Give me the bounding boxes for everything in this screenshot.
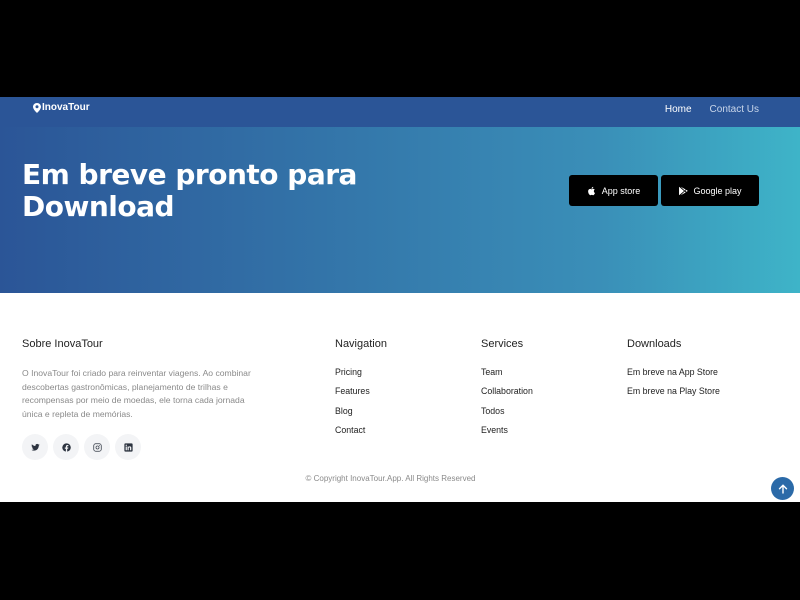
apple-icon	[587, 186, 595, 195]
services-list: Team Collaboration Todos Events	[481, 367, 533, 444]
google-play-button[interactable]: Google play	[661, 175, 759, 206]
list-item: Todos	[481, 406, 533, 425]
service-collaboration-link[interactable]: Collaboration	[481, 386, 533, 396]
about-text: O InovaTour foi criado para reinventar v…	[22, 368, 251, 419]
download-app-store-link[interactable]: Em breve na App Store	[627, 367, 718, 377]
social-links	[22, 434, 267, 460]
landing-page: InovaTour Home Contact Us Em breve pront…	[0, 97, 800, 502]
list-item: Em breve na Play Store	[627, 386, 720, 405]
service-team-link[interactable]: Team	[481, 367, 503, 377]
app-store-button[interactable]: App store	[569, 175, 658, 206]
linkedin-icon	[123, 442, 133, 452]
list-item: Em breve na App Store	[627, 367, 720, 386]
nav-contact-us[interactable]: Contact Us	[710, 104, 759, 115]
brand-name: InovaTour	[42, 102, 90, 113]
twitter-icon	[30, 443, 40, 451]
facebook-link[interactable]	[53, 434, 79, 460]
services-title: Services	[481, 338, 524, 350]
navigation-list: Pricing Features Blog Contact	[335, 367, 387, 444]
list-item: Pricing	[335, 367, 387, 386]
downloads-title: Downloads	[627, 338, 682, 350]
twitter-link[interactable]	[22, 434, 48, 460]
footer-services: Services Team Collaboration Todos Events	[481, 338, 533, 444]
hero-banner: Em breve pronto para Download App store …	[0, 127, 800, 293]
copyright-text: © Copyright InovaTour.App. All Rights Re…	[305, 474, 476, 483]
download-play-store-link[interactable]: Em breve na Play Store	[627, 386, 720, 396]
hero-title-line2: Download	[22, 190, 175, 223]
service-todos-link[interactable]: Todos	[481, 406, 504, 416]
back-to-top-button[interactable]	[771, 477, 794, 500]
about-title: Sobre InovaTour	[22, 338, 103, 350]
location-pin-icon	[33, 102, 41, 113]
service-events-link[interactable]: Events	[481, 425, 508, 435]
nav-features-link[interactable]: Features	[335, 386, 370, 396]
nav-contact-link[interactable]: Contact	[335, 425, 365, 435]
footer-navigation: Navigation Pricing Features Blog Contact	[335, 338, 387, 444]
list-item: Features	[335, 386, 387, 405]
linkedin-link[interactable]	[115, 434, 141, 460]
list-item: Contact	[335, 425, 387, 444]
list-item: Team	[481, 367, 533, 386]
list-item: Events	[481, 425, 533, 444]
footer-downloads: Downloads Em breve na App Store Em breve…	[627, 338, 720, 406]
list-item: Collaboration	[481, 386, 533, 405]
hero-title: Em breve pronto para Download	[22, 159, 362, 223]
nav-home[interactable]: Home	[665, 104, 692, 115]
navbar: InovaTour Home Contact Us	[0, 97, 800, 127]
app-store-label: App store	[601, 185, 641, 196]
nav-pricing-link[interactable]: Pricing	[335, 367, 362, 377]
nav-links: Home Contact Us	[665, 104, 759, 115]
navigation-title: Navigation	[335, 338, 387, 350]
footer-about: Sobre InovaTour O InovaTour foi criado p…	[22, 338, 267, 460]
list-item: Blog	[335, 406, 387, 425]
instagram-link[interactable]	[84, 434, 110, 460]
facebook-icon	[61, 442, 71, 452]
google-play-label: Google play	[693, 185, 742, 196]
google-play-icon	[679, 186, 689, 195]
arrow-up-icon	[778, 484, 787, 494]
hero-title-line1: Em breve pronto para	[22, 158, 357, 191]
instagram-icon	[92, 442, 102, 452]
nav-blog-link[interactable]: Blog	[335, 406, 353, 416]
downloads-list: Em breve na App Store Em breve na Play S…	[627, 367, 720, 406]
brand-logo[interactable]: InovaTour	[33, 102, 90, 113]
